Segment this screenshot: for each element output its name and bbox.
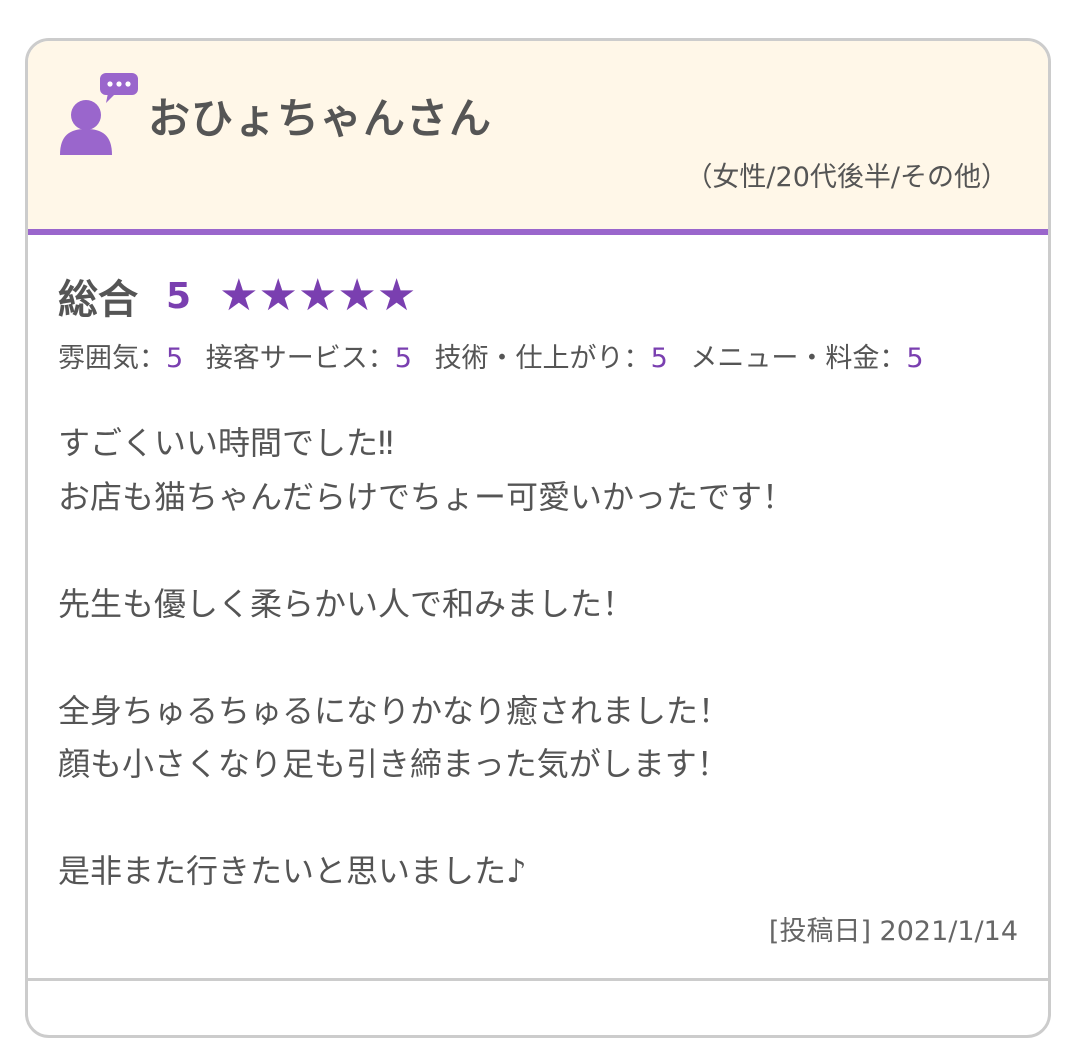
rating-value: 5 — [166, 343, 184, 374]
divider — [28, 978, 1048, 981]
rating-service: 接客サービス：5 — [206, 343, 412, 374]
overall-label: 総合 — [58, 277, 138, 323]
user-comment-icon — [60, 73, 138, 155]
comment-line: 顔も小さくなり足も引き締まった気がします！ — [58, 745, 729, 783]
reviewer-meta: （女性/20代後半/その他） — [685, 162, 1008, 193]
comment-line: 是非また行きたいと思いました♪ — [58, 852, 527, 890]
review-body: 総合 5 ★ ★ ★ ★ ★ 雰囲気：5 接客サービス：5 技術・仕上がり：5 メニュー… — [58, 266, 1018, 899]
rating-menu-price: メニュー・料金：5 — [690, 343, 923, 374]
category-ratings: 雰囲気：5 接客サービス：5 技術・仕上がり：5 メニュー・料金：5 — [58, 336, 1018, 375]
comment-line: 全身ちゅるちゅるになりかなり癒されました！ — [58, 691, 731, 730]
reviewer-name: おひょちゃんさん — [148, 94, 493, 143]
rating-technique: 技術・仕上がり：5 — [435, 343, 668, 374]
comment-line — [58, 524, 1018, 578]
star-icon: ★ — [297, 270, 338, 321]
star-icon: ★ — [337, 270, 377, 321]
review-card: おひょちゃんさん （女性/20代後半/その他） 総合 5 ★ ★ ★ ★ ★ 雰囲気：5… — [25, 38, 1051, 1038]
rating-value: 5 — [394, 343, 412, 374]
comment-line: すごくいい時間でした‼ — [58, 424, 394, 462]
rating-atmosphere: 雰囲気：5 — [58, 343, 183, 374]
rating-value: 5 — [650, 343, 668, 374]
overall-rating: 総合 5 ★ ★ ★ ★ ★ — [58, 266, 1018, 326]
star-icon: ★ — [258, 270, 298, 321]
review-header: おひょちゃんさん （女性/20代後半/その他） — [28, 41, 1048, 235]
comment-line: 先生も優しく柔らかい人で和みました！ — [58, 584, 635, 623]
rating-label: 接客サービス： — [205, 343, 395, 374]
comment-line: お店も猫ちゃんだらけでちょー可愛いかったです！ — [58, 477, 795, 516]
star-icon: ★ — [376, 270, 417, 321]
comment-line — [58, 792, 1018, 846]
star-icon: ★ — [219, 270, 259, 321]
post-date: [投稿日] 2021/1/14 — [768, 916, 1018, 947]
overall-score: 5 — [166, 275, 192, 317]
rating-label: 雰囲気： — [58, 343, 166, 374]
review-comment: すごくいい時間でした‼ お店も猫ちゃんだらけでちょー可愛いかったです！ 先生も優… — [58, 417, 1018, 899]
rating-value: 5 — [906, 343, 924, 374]
rating-label: 技術・仕上がり： — [434, 343, 651, 374]
rating-label: メニュー・料金： — [690, 343, 907, 374]
comment-line — [58, 631, 1018, 685]
star-rating: ★ ★ ★ ★ ★ — [219, 274, 416, 318]
